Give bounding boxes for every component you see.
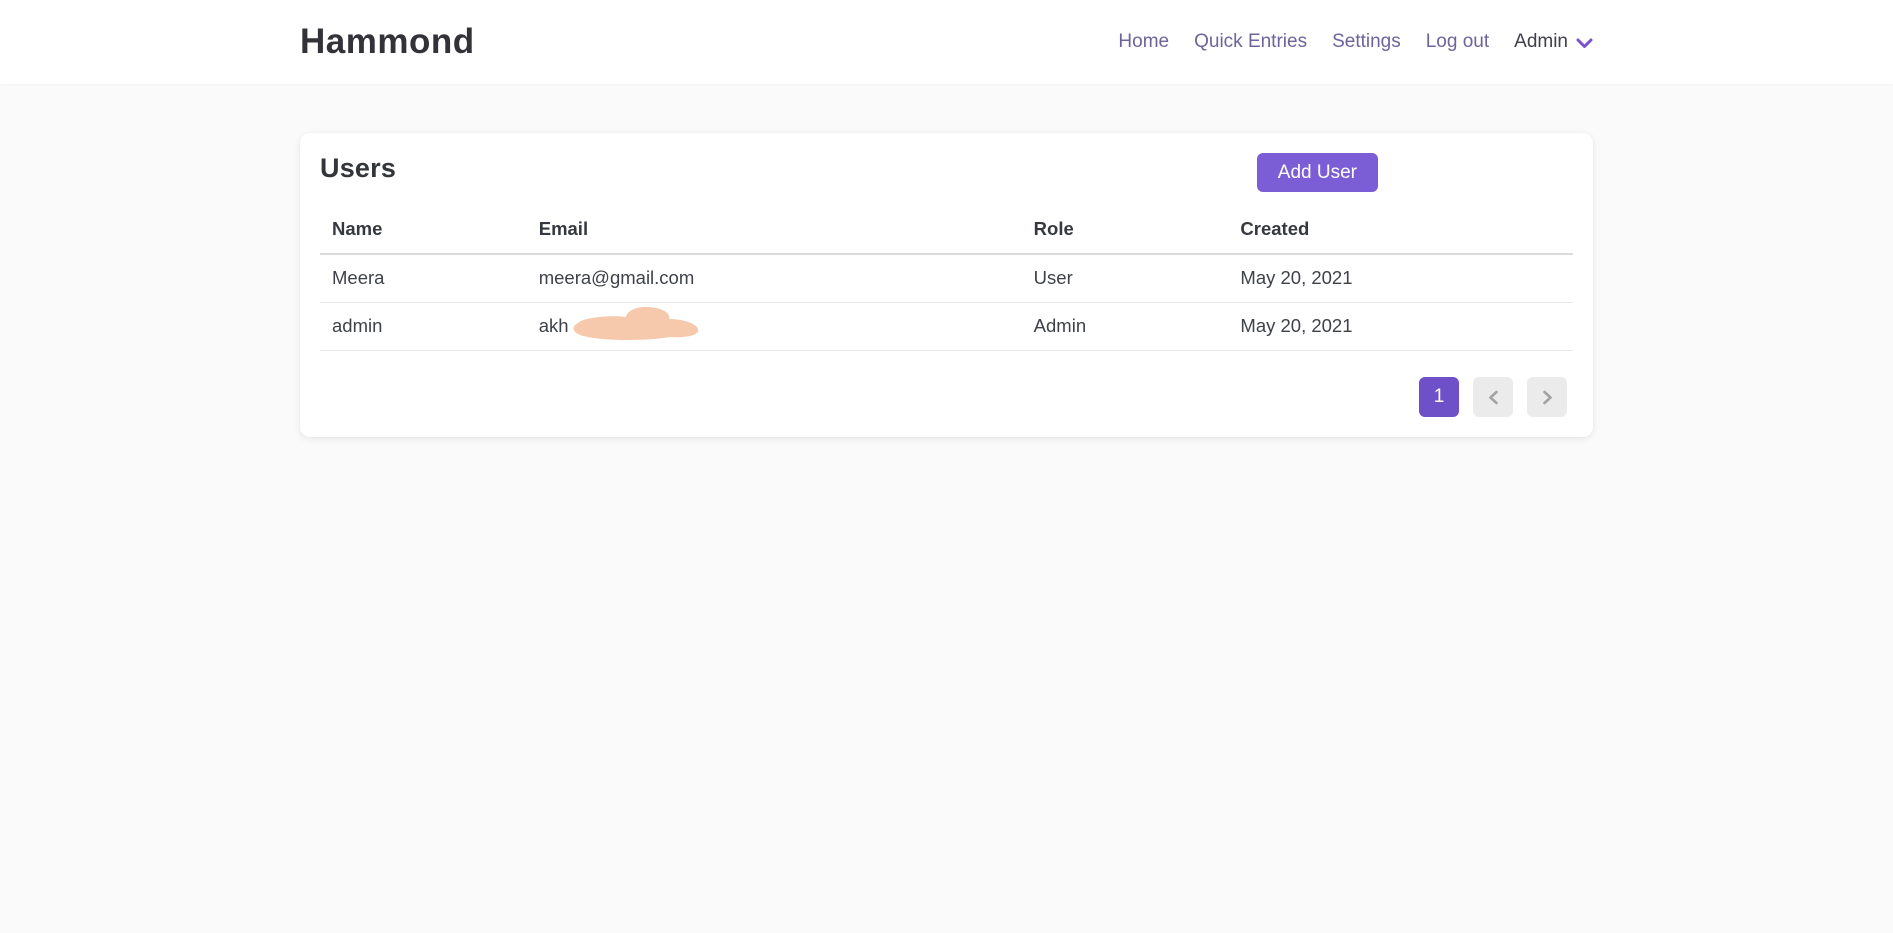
nav-item-settings[interactable]: Settings [1332,31,1401,53]
column-header-name: Name [320,206,527,254]
chevron-down-icon [1576,35,1593,49]
nav-item-quick-entries[interactable]: Quick Entries [1194,31,1307,53]
column-header-role: Role [1022,206,1229,254]
cell-created: May 20, 2021 [1228,303,1573,351]
redaction-scribble [566,305,706,343]
cell-email-visible-text: akh [539,315,569,336]
cell-email: meera@gmail.com [527,254,1022,303]
cell-role: User [1022,254,1229,303]
table-row: Meera meera@gmail.com User May 20, 2021 [320,254,1573,303]
main-nav: Home Quick Entries Settings Log out Admi… [1118,31,1593,53]
column-header-created: Created [1228,206,1573,254]
chevron-right-icon [1542,390,1553,405]
table-header-row: Name Email Role Created [320,206,1573,254]
cell-role: Admin [1022,303,1229,351]
nav-item-logout[interactable]: Log out [1426,31,1489,53]
users-card: Users Add User Name Email Role Created M… [300,133,1593,437]
pagination: 1 [320,377,1573,417]
add-user-button[interactable]: Add User [1257,153,1378,192]
users-table: Name Email Role Created Meera meera@gmai… [320,206,1573,351]
column-header-email: Email [527,206,1022,254]
navbar: Hammond Home Quick Entries Settings Log … [0,0,1893,84]
user-menu-label: Admin [1514,31,1568,53]
chevron-left-icon [1488,390,1499,405]
pagination-next-button[interactable] [1527,377,1567,417]
cell-created: May 20, 2021 [1228,254,1573,303]
brand-logo[interactable]: Hammond [300,22,475,62]
cell-name: admin [320,303,527,351]
cell-name: Meera [320,254,527,303]
pagination-page-1[interactable]: 1 [1419,377,1459,417]
nav-item-home[interactable]: Home [1118,31,1169,53]
pagination-prev-button[interactable] [1473,377,1513,417]
table-row: admin akh Admin May 20, 2021 [320,303,1573,351]
page-content: Users Add User Name Email Role Created M… [0,84,1893,437]
user-menu-dropdown[interactable]: Admin [1514,31,1593,53]
cell-email: akh [527,303,1022,351]
page-title: Users [320,153,1573,184]
